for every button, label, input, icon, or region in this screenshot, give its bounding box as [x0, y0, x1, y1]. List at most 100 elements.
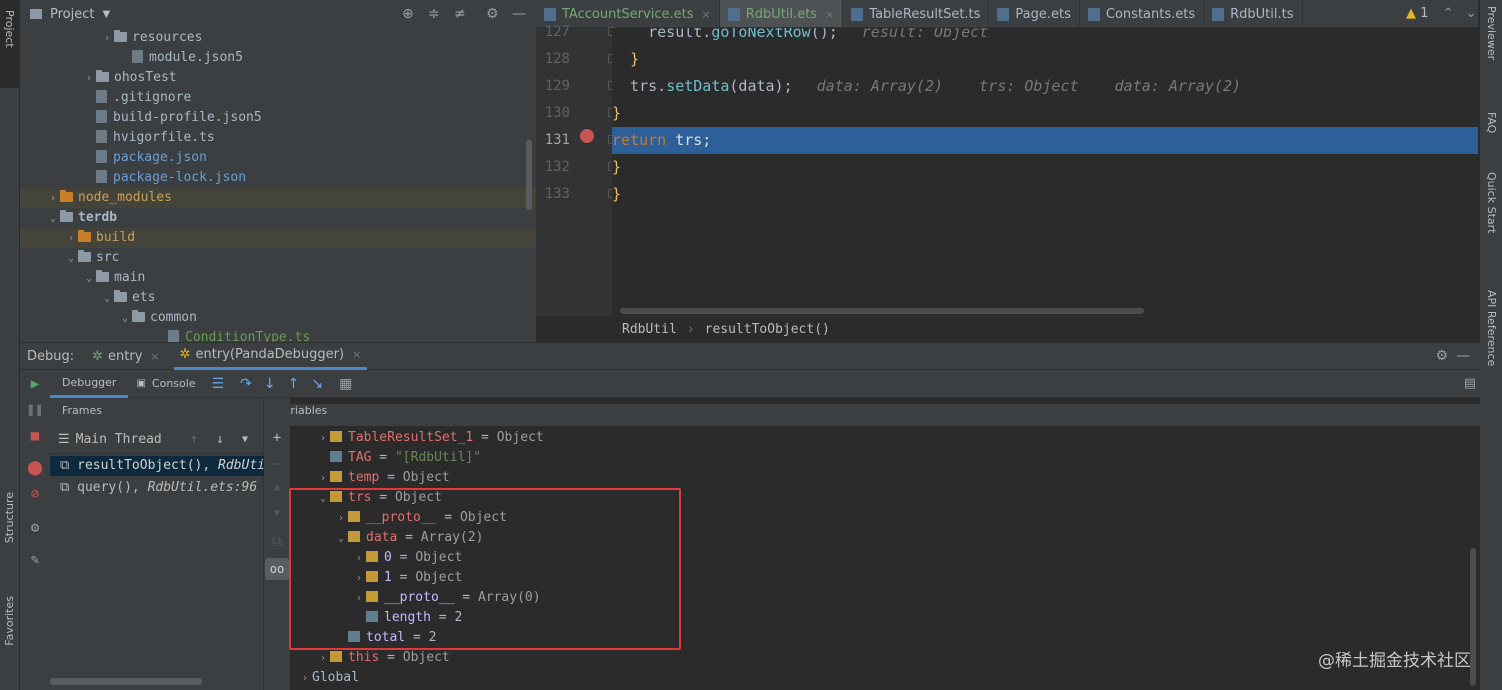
scrollbar[interactable] [50, 678, 202, 685]
chevron-icon[interactable]: ⌄ [118, 309, 132, 329]
gear-icon[interactable]: ⚙ [1435, 348, 1448, 364]
variable-row[interactable]: › this = Object [316, 648, 450, 668]
tree-item[interactable]: › resources [20, 28, 536, 48]
code-line[interactable]: trs.setData(data); data: Array(2) trs: Ob… [612, 73, 1478, 100]
collapse-all-icon[interactable]: ≠ [454, 6, 466, 22]
settings-icon[interactable]: ⚙ [25, 520, 45, 536]
chevron-icon[interactable]: › [64, 229, 78, 249]
code-editor[interactable]: result.goToNextRow(); result: Object } tr… [612, 28, 1478, 316]
pin-icon[interactable]: ✎ [25, 552, 45, 568]
copy-icon[interactable]: ⧉ [267, 534, 287, 550]
variable-row[interactable]: › temp = Object [316, 468, 450, 488]
tree-item[interactable]: › node_modules [20, 188, 536, 208]
locate-icon[interactable]: ⊕ [402, 6, 414, 22]
chevron-icon[interactable]: › [316, 649, 330, 669]
code-line[interactable]: } [612, 181, 1478, 208]
remove-watch-icon[interactable]: — [267, 456, 287, 472]
chevron-icon[interactable]: › [316, 429, 330, 449]
chevron-down-icon[interactable]: ▼ [242, 434, 248, 445]
tree-item[interactable]: › ohosTest [20, 68, 536, 88]
editor-tab[interactable]: RdbUtil.ets × [719, 0, 844, 27]
favorites-tool-label[interactable]: Favorites [3, 596, 16, 646]
variable-row[interactable]: › TableResultSet_1 = Object [316, 428, 544, 448]
frame-row[interactable]: ⧉ query(), RdbUtil.ets:96 [50, 478, 264, 498]
chevron-icon[interactable]: › [82, 69, 96, 89]
close-icon[interactable]: × [701, 8, 710, 21]
tree-item[interactable]: module.json5 [20, 48, 536, 68]
chevron-icon[interactable]: ⌄ [100, 289, 114, 309]
tree-item[interactable]: hvigorfile.ts [20, 128, 536, 148]
run-to-cursor-icon[interactable]: ↘ [311, 376, 323, 392]
structure-tool-label[interactable]: Structure [3, 492, 16, 543]
chevron-icon[interactable]: › [46, 189, 60, 209]
close-icon[interactable]: × [352, 348, 361, 361]
chevron-up-icon[interactable]: ⌃ [1443, 6, 1454, 21]
tree-item[interactable]: › build [20, 228, 536, 248]
tree-item[interactable]: ⌄ main [20, 268, 536, 288]
move-down-icon[interactable]: ▼ [267, 508, 287, 519]
code-line[interactable]: } [612, 46, 1478, 73]
scrollbar[interactable] [526, 140, 532, 210]
mute-breakpoints-icon[interactable]: ⊘ [25, 486, 45, 502]
session-tab-entry[interactable]: ✲ entry × [92, 342, 160, 370]
tree-item[interactable]: package-lock.json [20, 168, 536, 188]
frame-row-selected[interactable]: ⧉ resultToObject(), RdbUtil.ets: [50, 456, 264, 476]
session-tab-panda[interactable]: ✲ entry(PandaDebugger) × [173, 342, 368, 370]
pause-icon[interactable]: ❚❚ [25, 402, 45, 418]
tree-item[interactable]: ⌄ ets [20, 288, 536, 308]
view-breakpoints-icon[interactable]: ⬤ [25, 460, 45, 476]
add-watch-icon[interactable]: + [267, 430, 287, 446]
close-icon[interactable]: × [150, 350, 159, 363]
editor-tab[interactable]: Page.ets [989, 0, 1080, 27]
quick-start-tool-label[interactable]: Quick Start [1485, 172, 1498, 233]
tree-item[interactable]: build-profile.json5 [20, 108, 536, 128]
code-line[interactable]: result.goToNextRow(); result: Object [612, 28, 1478, 46]
minimize-icon[interactable]: — [512, 6, 526, 22]
editor-tab[interactable]: Constants.ets [1080, 0, 1205, 27]
stop-icon[interactable]: ■ [25, 428, 45, 444]
close-icon[interactable]: × [825, 8, 834, 21]
tree-item[interactable]: ConditionType.ts [20, 328, 536, 342]
tree-item[interactable]: ⌄ common [20, 308, 536, 328]
editor-tab[interactable]: RdbUtil.ts [1204, 0, 1303, 27]
variable-row[interactable]: TAG = "[RdbUtil]" [316, 448, 481, 468]
chevron-icon[interactable]: ⌄ [64, 249, 78, 269]
project-title[interactable]: Project [50, 7, 94, 22]
horizontal-scrollbar[interactable] [620, 308, 1144, 314]
arrow-up-icon[interactable]: ↑ [190, 432, 198, 447]
tree-item[interactable]: ⌄ terdb [20, 208, 536, 228]
chevron-down-icon[interactable]: ⌄ [1466, 6, 1477, 21]
step-over-icon[interactable]: ↷ [240, 376, 252, 392]
variable-row[interactable]: › Global [298, 668, 359, 688]
minimize-icon[interactable]: — [1456, 348, 1470, 364]
chevron-icon[interactable]: ⌄ [82, 269, 96, 289]
code-line[interactable]: return trs; [612, 127, 1478, 154]
move-up-icon[interactable]: ▲ [267, 482, 287, 493]
project-tool-tab[interactable]: Project [0, 0, 20, 88]
glasses-icon[interactable]: oo [265, 558, 289, 580]
expand-all-icon[interactable]: ≑ [428, 6, 440, 22]
thread-selector[interactable]: ☰ Main Thread ↑ ↓ ▼ [50, 426, 264, 454]
layout-icon[interactable]: ▤ [1464, 376, 1476, 391]
tree-item[interactable]: package.json [20, 148, 536, 168]
previewer-tool-label[interactable]: Previewer [1485, 6, 1498, 60]
faq-tool-label[interactable]: FAQ [1485, 112, 1498, 133]
chevron-down-icon[interactable]: ▼ [102, 9, 110, 20]
resume-icon[interactable]: ▶ [25, 376, 45, 392]
breakpoint-icon[interactable] [580, 129, 594, 143]
step-into-icon[interactable]: ↓ [264, 376, 276, 392]
arrow-down-icon[interactable]: ↓ [216, 432, 224, 447]
tree-item[interactable]: .gitignore [20, 88, 536, 108]
code-line[interactable]: } [612, 100, 1478, 127]
tab-debugger[interactable]: Debugger [50, 370, 129, 398]
api-reference-tool-label[interactable]: API Reference [1485, 290, 1498, 366]
evaluate-expression-icon[interactable]: ▦ [339, 376, 352, 392]
chevron-icon[interactable]: ⌄ [46, 209, 60, 229]
breadcrumb-class[interactable]: RdbUtil [622, 322, 677, 337]
tab-console[interactable]: ▣ Console [128, 370, 203, 398]
code-line[interactable]: } [612, 154, 1478, 181]
chevron-icon[interactable]: › [316, 469, 330, 489]
step-out-icon[interactable]: ↑ [288, 376, 300, 392]
warning-indicator[interactable]: ▲ 1 ⌃ ⌄ [1406, 6, 1477, 21]
tree-item[interactable]: ⌄ src [20, 248, 536, 268]
